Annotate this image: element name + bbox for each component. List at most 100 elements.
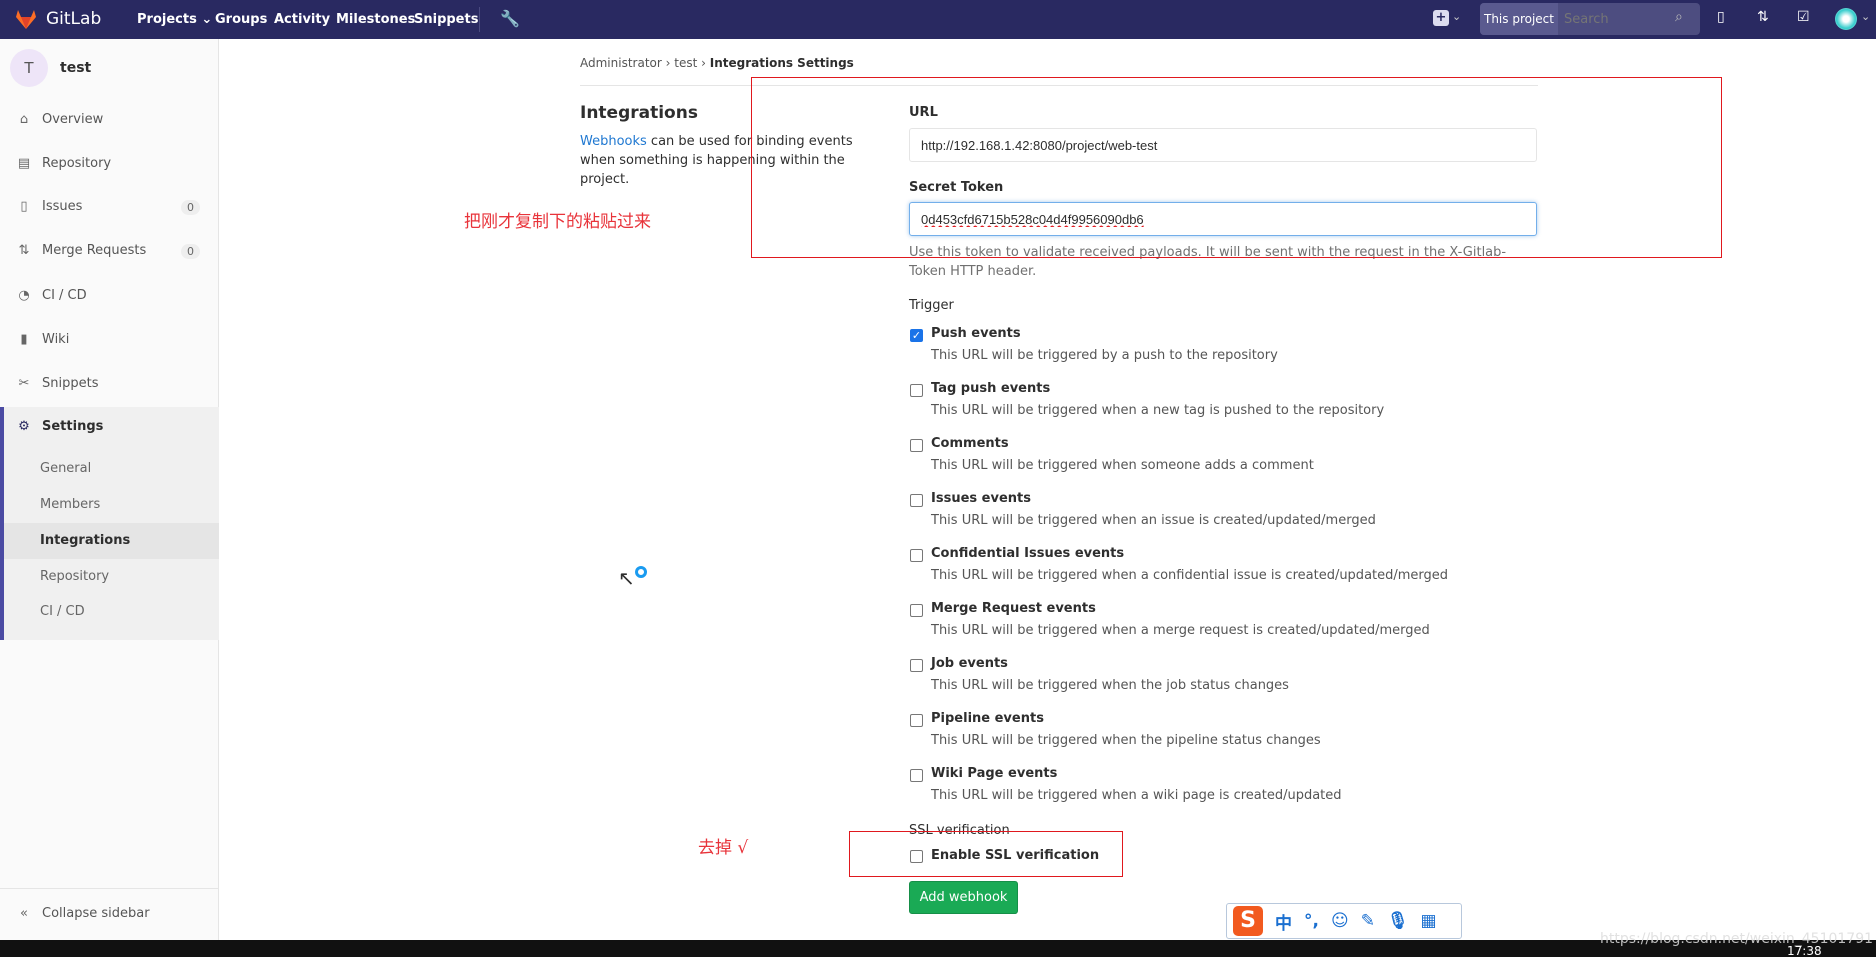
settings-subitem-integrations[interactable]: Integrations xyxy=(40,533,130,548)
trigger-description: This URL will be triggered when a merge … xyxy=(931,623,1430,638)
microphone-icon[interactable]: 🎙 xyxy=(1387,911,1409,931)
trigger-description: This URL will be triggered when the pipe… xyxy=(931,733,1321,748)
merge-request-icon: ⇅ xyxy=(18,243,30,258)
avatar[interactable] xyxy=(1835,8,1857,30)
trigger-checkbox[interactable] xyxy=(910,769,923,782)
sidebar-item-overview[interactable]: ⌂ Overview xyxy=(16,112,103,127)
nav-snippets[interactable]: Snippets xyxy=(414,12,478,27)
breadcrumb-item[interactable]: Administrator xyxy=(580,56,662,70)
settings-subitem-members[interactable]: Members xyxy=(40,497,100,512)
search-input[interactable] xyxy=(1564,3,1674,35)
book-icon: ▮ xyxy=(20,332,28,347)
nav-projects[interactable]: Projects ⌄ xyxy=(137,12,212,27)
trigger-checkbox[interactable] xyxy=(910,714,923,727)
trigger-checkbox[interactable]: ✓ xyxy=(910,329,923,342)
trigger-label: Trigger xyxy=(909,298,954,313)
breadcrumb-item[interactable]: test xyxy=(674,56,697,70)
trigger-label[interactable]: Wiki Page events xyxy=(931,766,1057,781)
nav-groups[interactable]: Groups xyxy=(215,12,267,27)
section-title: Integrations xyxy=(580,103,698,123)
brand-name[interactable]: GitLab xyxy=(46,9,101,29)
project-avatar[interactable]: T xyxy=(10,49,48,87)
trigger-description: This URL will be triggered when a confid… xyxy=(931,568,1449,583)
cursor-busy-icon: ↖ xyxy=(618,566,647,590)
todo-icon[interactable]: ☑ xyxy=(1797,9,1810,25)
trigger-label[interactable]: Tag push events xyxy=(931,381,1050,396)
count-badge: 0 xyxy=(181,244,200,259)
search-icon[interactable]: ⌕ xyxy=(1675,9,1683,25)
trigger-checkbox[interactable] xyxy=(910,604,923,617)
issues-icon: ▯ xyxy=(20,199,28,214)
double-chevron-left-icon: « xyxy=(20,906,28,921)
settings-subitem-repository[interactable]: Repository xyxy=(40,569,109,584)
collapse-sidebar-button[interactable]: «Collapse sidebar xyxy=(16,906,150,921)
scissors-icon: ✂ xyxy=(18,376,30,391)
new-plus-icon[interactable]: + xyxy=(1433,10,1449,26)
nav-activity[interactable]: Activity xyxy=(274,12,330,27)
search-box[interactable]: This project ⌕ xyxy=(1480,3,1700,35)
add-webhook-button[interactable]: Add webhook xyxy=(909,881,1018,914)
search-scope[interactable]: This project xyxy=(1480,3,1558,35)
project-name[interactable]: test xyxy=(60,60,91,76)
ime-toolbar: S 中 °, ☺ ✎ 🎙 ▦ xyxy=(1226,903,1462,939)
gitlab-logo-icon[interactable] xyxy=(14,8,38,30)
breadcrumb-current: Integrations Settings xyxy=(709,56,854,70)
emoji-icon[interactable]: ☺ xyxy=(1331,911,1349,931)
settings-subitem-ci-cd[interactable]: CI / CD xyxy=(40,604,85,619)
breadcrumb: Administrator › test › Integrations Sett… xyxy=(580,56,854,70)
watermark: https://blog.csdn.net/weixin_45101791 xyxy=(1600,931,1874,947)
sogou-logo-icon[interactable]: S xyxy=(1233,906,1263,936)
annotation-paste: 把刚才复制下的粘贴过来 xyxy=(464,212,651,232)
trigger-description: This URL will be triggered when a wiki p… xyxy=(931,788,1342,803)
trigger-description: This URL will be triggered when someone … xyxy=(931,458,1314,473)
taskbar xyxy=(0,940,1876,957)
trigger-description: This URL will be triggered by a push to … xyxy=(931,348,1278,363)
trigger-label[interactable]: Job events xyxy=(931,656,1008,671)
clock: 17:38 xyxy=(1787,944,1822,958)
trigger-checkbox[interactable] xyxy=(910,659,923,672)
trigger-description: This URL will be triggered when a new ta… xyxy=(931,403,1385,418)
issues-icon[interactable]: ▯ xyxy=(1717,9,1725,25)
doc-icon: ▤ xyxy=(17,156,31,171)
webhooks-link[interactable]: Webhooks xyxy=(580,134,647,149)
trigger-label[interactable]: Confidential Issues events xyxy=(931,546,1124,561)
chevron-down-icon[interactable]: ⌄ xyxy=(1452,10,1461,23)
sidebar-item-settings[interactable]: ⚙ Settings xyxy=(16,419,103,434)
divider xyxy=(479,7,480,32)
top-navbar: GitLab Projects ⌄ Groups Activity Milest… xyxy=(0,0,1876,39)
trigger-checkbox[interactable] xyxy=(910,384,923,397)
rocket-icon: ◔ xyxy=(18,288,30,303)
trigger-description: This URL will be triggered when an issue… xyxy=(931,513,1376,528)
merge-request-icon[interactable]: ⇅ xyxy=(1757,9,1769,25)
trigger-label[interactable]: Comments xyxy=(931,436,1009,451)
gear-icon: ⚙ xyxy=(18,419,30,434)
admin-wrench-icon[interactable]: 🔧 xyxy=(500,9,520,28)
annotation-box-ssl xyxy=(849,831,1123,877)
divider xyxy=(0,888,219,889)
trigger-checkbox[interactable] xyxy=(910,494,923,507)
sidebar-item-wiki[interactable]: ▮ Wiki xyxy=(16,332,69,347)
trigger-label[interactable]: Merge Request events xyxy=(931,601,1096,616)
trigger-label[interactable]: Pipeline events xyxy=(931,711,1044,726)
ime-punctuation[interactable]: °, xyxy=(1304,911,1319,931)
pen-icon[interactable]: ✎ xyxy=(1361,911,1375,931)
settings-subitem-general[interactable]: General xyxy=(40,461,91,476)
annotation-uncheck: 去掉 √ xyxy=(698,838,749,858)
sidebar-item-merge-requests[interactable]: ⇅ Merge Requests xyxy=(16,243,147,258)
sidebar-item-repository[interactable]: ▤ Repository xyxy=(16,156,111,171)
ime-chinese-mode[interactable]: 中 xyxy=(1275,909,1292,934)
trigger-checkbox[interactable] xyxy=(910,439,923,452)
count-badge: 0 xyxy=(181,200,200,215)
trigger-description: This URL will be triggered when the job … xyxy=(931,678,1289,693)
trigger-checkbox[interactable] xyxy=(910,549,923,562)
nav-milestones[interactable]: Milestones xyxy=(336,12,415,27)
trigger-label[interactable]: Issues events xyxy=(931,491,1031,506)
trigger-label[interactable]: Push events xyxy=(931,326,1021,341)
grid-icon[interactable]: ▦ xyxy=(1421,911,1437,931)
sidebar-item-snippets[interactable]: ✂ Snippets xyxy=(16,376,99,391)
sidebar-item-ci-cd[interactable]: ◔ CI / CD xyxy=(16,288,86,303)
home-icon: ⌂ xyxy=(19,112,29,127)
chevron-down-icon[interactable]: ⌄ xyxy=(1861,10,1870,23)
sidebar-item-issues[interactable]: ▯ Issues xyxy=(16,199,82,214)
annotation-box-token xyxy=(751,77,1722,258)
